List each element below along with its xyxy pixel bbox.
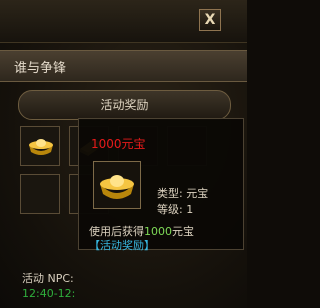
reward-slot[interactable] (20, 126, 60, 166)
tooltip-item-slot (93, 161, 141, 209)
reward-slot[interactable] (20, 174, 60, 214)
gold-ingot-icon (29, 139, 53, 155)
reward-header-label: 活动奖励 (100, 98, 149, 112)
close-icon: X (204, 12, 216, 28)
tooltip-item-name: 1000元宝 (91, 137, 146, 151)
time-line: 12:40-12: (22, 287, 76, 300)
use-suffix: 元宝 (172, 225, 194, 238)
npc-line: 活动 NPC: (22, 272, 74, 285)
gold-ingot-icon (100, 175, 134, 199)
reward-header: 活动奖励 (18, 90, 231, 120)
tooltip-level: 等级: 1 (157, 203, 194, 216)
section-title-bar: 谁与争锋 (0, 50, 247, 82)
close-button[interactable]: X (199, 9, 221, 31)
event-panel: X 谁与争锋 活动奖励 活动 NPC: 12:40-12: 1000元宝 类型:… (0, 0, 247, 308)
tooltip-type: 类型: 元宝 (157, 187, 209, 200)
item-tooltip: 1000元宝 类型: 元宝 等级: 1 使用后获得1000元宝 【活动奖励】 (78, 118, 244, 253)
section-title: 谁与争锋 (14, 61, 67, 76)
tooltip-source-link[interactable]: 【活动奖励】 (89, 237, 155, 253)
